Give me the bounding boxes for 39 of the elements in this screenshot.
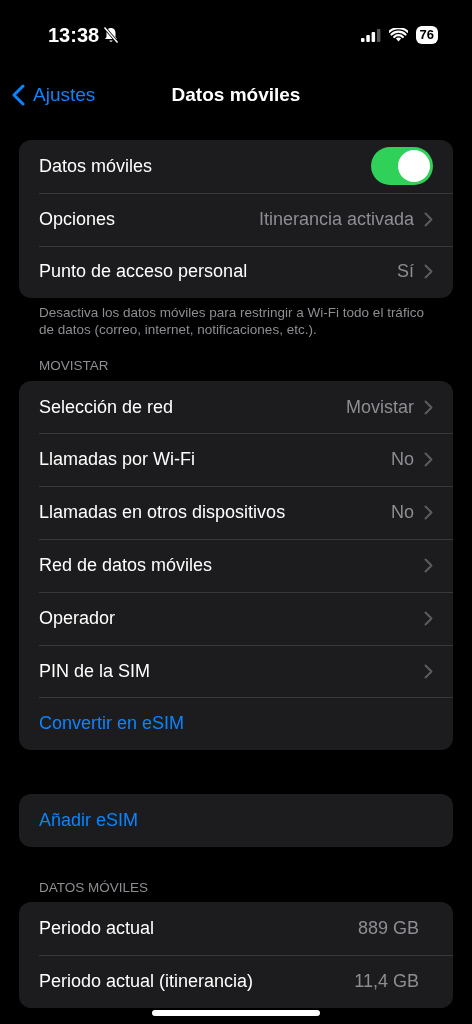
chevron-icon [424, 399, 433, 415]
row-value: Sí [397, 260, 414, 284]
row-label: Periodo actual (itinerancia) [39, 969, 254, 993]
row-label: Periodo actual [39, 917, 155, 941]
action-link[interactable]: Añadir eSIM [39, 807, 139, 835]
row-label: Llamadas en otros dispositivos [39, 501, 286, 525]
row-label: Opciones [39, 207, 116, 231]
back-icon [12, 84, 25, 106]
wifi-icon [388, 28, 408, 42]
section-header: MOVISTAR [38, 357, 110, 376]
section-header: DATOS MÓVILES [38, 879, 150, 897]
chevron-icon [424, 505, 433, 521]
chevron-icon [424, 264, 433, 280]
chevron-icon [424, 557, 433, 573]
battery-level: 76 [415, 26, 438, 44]
row-value: Movistar [346, 395, 414, 419]
row-value: 11,4 GB [354, 969, 419, 993]
row-value: No [391, 501, 414, 525]
section-footer: Desactiva los datos móviles para restringir a Wi-Fi todo el tráfico de datos (correo, internet, notificaciones, etc.). [19, 298, 453, 339]
row-value: No [391, 448, 414, 472]
row-label: Red de datos móviles [39, 553, 213, 577]
chevron-icon [424, 452, 433, 468]
action-link[interactable]: Convertir en eSIM [39, 710, 185, 738]
row-label: Selección de red [39, 395, 174, 419]
signal-icon [360, 28, 381, 42]
row-label: Llamadas por Wi-Fi [39, 448, 196, 472]
toggle-switch[interactable] [371, 147, 433, 186]
row-label: PIN de la SIM [39, 659, 151, 683]
row-value: 889 GB [357, 917, 419, 941]
row-value: Itinerancia activada [258, 207, 414, 231]
back-link[interactable]: Ajustes [12, 80, 96, 110]
chevron-icon [424, 610, 433, 626]
status-time: 13:38 [48, 23, 100, 48]
page-title: Datos móviles [171, 83, 301, 105]
chevron-icon [424, 663, 433, 679]
row-label: Operador [39, 606, 116, 630]
row-label: Datos móviles [39, 154, 153, 178]
row-label: Punto de acceso personal [39, 260, 248, 284]
chevron-icon [424, 211, 433, 227]
